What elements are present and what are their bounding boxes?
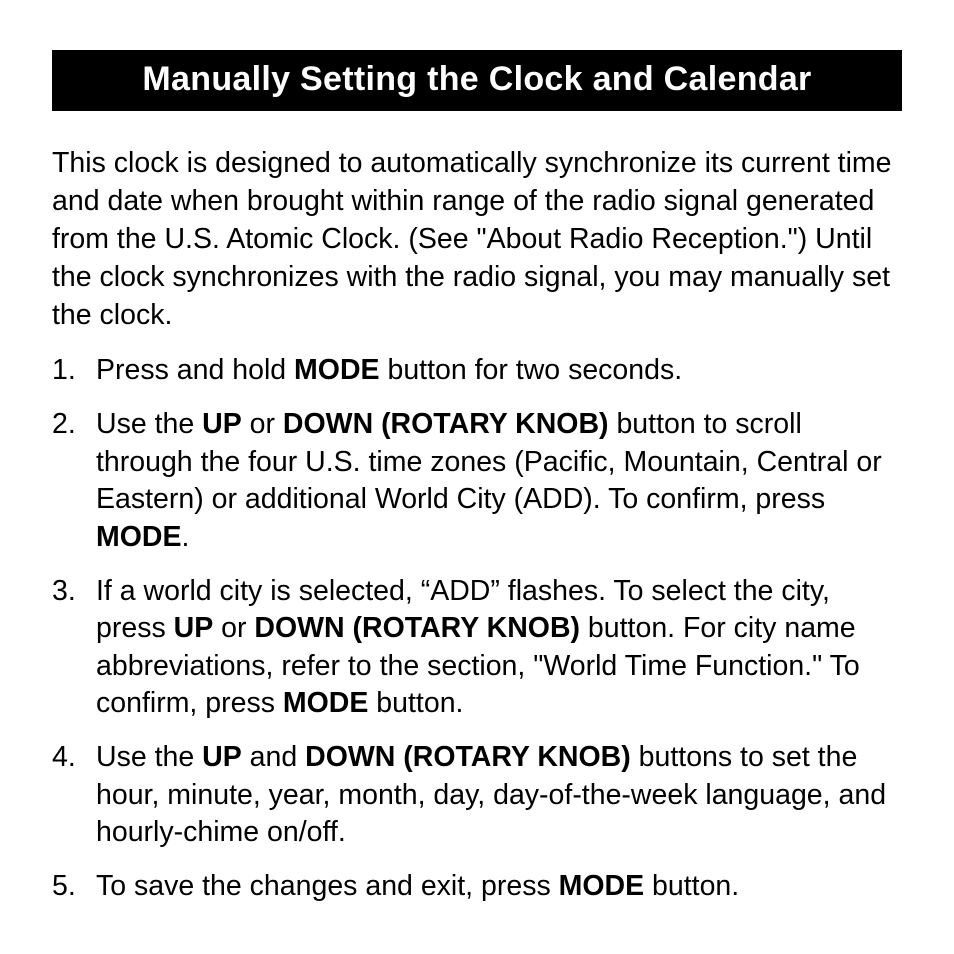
bold-text: MODE (294, 354, 380, 386)
text: Press and hold (96, 354, 294, 386)
text: button for two seconds. (380, 354, 683, 386)
bold-text: MODE (283, 687, 369, 719)
text: . (182, 521, 190, 553)
bold-text: DOWN (ROTARY KNOB) (305, 741, 631, 773)
steps-list: Press and hold MODE button for two secon… (52, 352, 902, 905)
text: Use the (96, 408, 202, 440)
intro-paragraph: This clock is designed to automatically … (52, 145, 902, 334)
bold-text: UP (202, 741, 242, 773)
text: To save the changes and exit, press (96, 870, 559, 902)
step-item: If a world city is selected, “ADD” flash… (52, 573, 902, 723)
text: Use the (96, 741, 202, 773)
bold-text: UP (202, 408, 242, 440)
step-item: Use the UP or DOWN (ROTARY KNOB) button … (52, 406, 902, 556)
step-item: To save the changes and exit, press MODE… (52, 868, 902, 906)
section-title: Manually Setting the Clock and Calendar (52, 50, 902, 111)
text: and (242, 741, 305, 773)
text: button. (644, 870, 739, 902)
bold-text: DOWN (ROTARY KNOB) (283, 408, 609, 440)
bold-text: DOWN (ROTARY KNOB) (254, 612, 580, 644)
bold-text: MODE (96, 521, 182, 553)
bold-text: UP (174, 612, 214, 644)
step-item: Press and hold MODE button for two secon… (52, 352, 902, 390)
text: or (242, 408, 283, 440)
step-item: Use the UP and DOWN (ROTARY KNOB) button… (52, 739, 902, 852)
bold-text: MODE (559, 870, 645, 902)
text: or (213, 612, 254, 644)
page: Manually Setting the Clock and Calendar … (0, 0, 954, 905)
text: button. (368, 687, 463, 719)
